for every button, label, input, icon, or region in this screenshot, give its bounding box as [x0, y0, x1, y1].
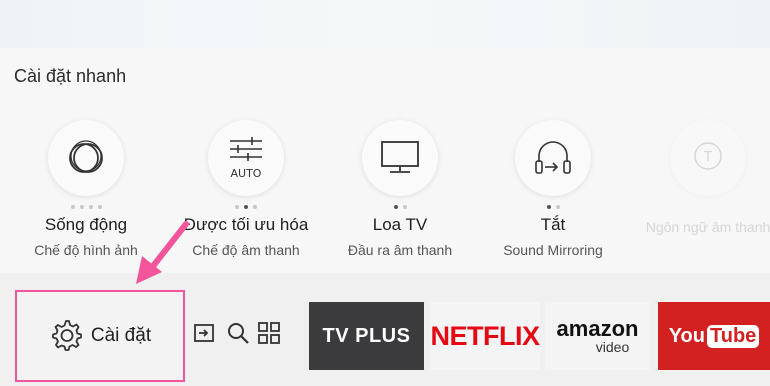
equalizer-auto-icon: AUTO: [208, 120, 284, 196]
quick-setting-label: Đầu ra âm thanh: [347, 242, 453, 258]
headphone-mirroring-icon: [515, 120, 591, 196]
quick-setting-value: Tắt: [540, 215, 566, 234]
amazon-video-label: video: [595, 339, 630, 355]
youtube-logo: You Tube: [668, 324, 760, 348]
app-amazon-video[interactable]: amazon video: [545, 302, 650, 370]
option-dots: [330, 202, 470, 212]
language-icon: T: [670, 120, 746, 196]
youtube-logo-tube: Tube: [707, 324, 760, 348]
quick-setting-value: Loa TV: [372, 215, 428, 234]
panel-title: Cài đặt nhanh: [14, 66, 127, 86]
tv-speaker-icon: [362, 120, 438, 196]
gear-icon: [49, 317, 83, 356]
quick-setting-audio-language[interactable]: T Ngôn ngữ âm thanh: [638, 120, 770, 235]
settings-button[interactable]: Cài đặt: [15, 290, 185, 382]
quick-setting-sound-output[interactable]: Loa TV Đầu ra âm thanh: [330, 120, 470, 258]
apps-grid-icon[interactable]: [257, 321, 281, 345]
netflix-logo: NETFLIX: [430, 320, 541, 351]
svg-text:AUTO: AUTO: [231, 167, 262, 180]
option-dots: [483, 202, 623, 212]
picture-mode-icon: [48, 120, 124, 196]
app-netflix[interactable]: NETFLIX: [430, 302, 540, 370]
option-dots: [16, 202, 156, 212]
option-dots: [638, 202, 770, 212]
quick-setting-sound-mirroring[interactable]: Tắt Sound Mirroring: [483, 120, 623, 258]
search-icon[interactable]: [226, 321, 250, 345]
quick-setting-label: Sound Mirroring: [503, 242, 603, 258]
svg-text:T: T: [703, 150, 712, 165]
app-tv-plus[interactable]: TV PLUS: [309, 302, 424, 370]
settings-label: Cài đặt: [90, 325, 152, 346]
amazon-logo: amazon: [556, 316, 639, 341]
tv-plus-logo: TV PLUS: [322, 324, 411, 347]
source-icon[interactable]: [192, 321, 216, 345]
option-dots: [176, 202, 316, 212]
quick-setting-label: Ngôn ngữ âm thanh: [645, 219, 770, 235]
app-youtube[interactable]: You Tube: [658, 302, 770, 370]
top-bar: [0, 0, 770, 49]
pointer-arrow: [136, 221, 189, 284]
youtube-logo-you: You: [668, 324, 705, 347]
